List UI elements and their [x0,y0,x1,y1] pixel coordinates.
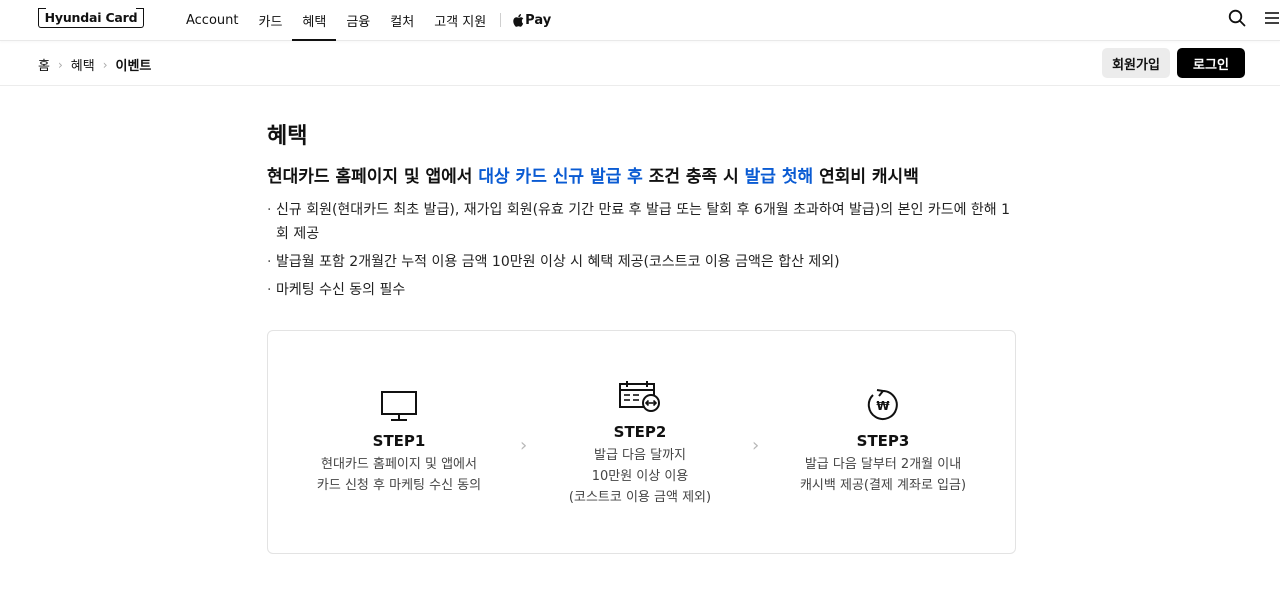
chevron-right-icon: › [57,57,63,72]
headline-text: 조건 충족 시 [642,167,745,187]
step-3: ₩ STEP3 발급 다음 달부터 2개월 이내 캐시백 제공(결제 계좌로 입… [773,388,993,496]
nav-benefits[interactable]: 혜택 [292,0,337,41]
page-title: 혜택 [267,124,308,149]
sub-header: 홈 › 혜택 › 이벤트 회원가입 로그인 [0,41,1280,86]
step-line: 현대카드 홈페이지 및 앱에서 [321,457,477,472]
login-button[interactable]: 로그인 [1177,48,1245,78]
nav-support[interactable]: 고객 지원 [424,0,496,40]
hyundai-card-logo[interactable]: Hyundai Card [38,8,144,28]
svg-text:₩: ₩ [876,399,890,413]
chevron-right-icon: › [102,57,108,72]
step-line: 카드 신청 후 마케팅 수신 동의 [316,478,482,493]
condition-item: 마케팅 수신 동의 필수 [267,278,1017,302]
step-line: 캐시백 제공(결제 계좌로 입금) [799,478,967,493]
step-2: STEP2 발급 다음 달까지 10만원 이상 이용 (코스트코 이용 금액 제… [530,379,750,508]
nav-account[interactable]: Account [176,0,249,40]
calendar-exchange-icon [619,381,660,412]
breadcrumb: 홈 › 혜택 › 이벤트 [38,55,152,75]
chevron-right-icon: › [520,435,528,456]
monitor-icon [381,391,417,421]
global-header: Hyundai Card Account 카드 혜택 금융 컬처 고객 지원 P… [0,0,1280,41]
headline-highlight: 발급 첫해 [744,167,814,187]
step-line: 발급 다음 달까지 [594,448,686,463]
breadcrumb-home[interactable]: 홈 [38,55,50,74]
breadcrumb-benefits[interactable]: 혜택 [71,55,95,74]
main-nav: Account 카드 혜택 금융 컬처 고객 지원 Pay [176,0,559,41]
nav-apple-pay[interactable]: Pay [505,13,559,28]
step-line: 10만원 이상 이용 [591,469,689,484]
menu-icon[interactable] [1263,9,1280,27]
step-title: STEP2 [613,423,667,441]
steps-panel: STEP1 현대카드 홈페이지 및 앱에서 카드 신청 후 마케팅 수신 동의 … [267,330,1016,554]
step-1: STEP1 현대카드 홈페이지 및 앱에서 카드 신청 후 마케팅 수신 동의 [289,390,509,496]
chevron-right-icon: › [752,435,760,456]
apple-icon [513,13,524,27]
nav-finance[interactable]: 금융 [336,0,380,40]
step-title: STEP3 [856,432,910,450]
headline-text: 현대카드 홈페이지 및 앱에서 [267,167,479,187]
condition-list: 신규 회원(현대카드 최초 발급), 재가입 회원(유효 기간 만료 후 발급 … [267,198,1017,302]
benefit-section: 혜택 현대카드 홈페이지 및 앱에서 대상 카드 신규 발급 후 조건 충족 시… [267,120,1017,306]
headline-text: 연회비 캐시백 [813,167,919,187]
condition-item: 신규 회원(현대카드 최초 발급), 재가입 회원(유효 기간 만료 후 발급 … [267,198,1017,246]
nav-divider [500,13,502,27]
breadcrumb-events[interactable]: 이벤트 [116,55,152,74]
join-button[interactable]: 회원가입 [1102,48,1170,78]
step-description: 현대카드 홈페이지 및 앱에서 카드 신청 후 마케팅 수신 동의 [289,454,509,496]
step-line: (코스트코 이용 금액 제외) [568,490,712,505]
nav-culture[interactable]: 컬처 [380,0,424,40]
won-cashback-icon: ₩ [867,389,898,420]
condition-item: 발급월 포함 2개월간 누적 이용 금액 10만원 이상 시 혜택 제공(코스트… [267,250,1017,274]
headline-highlight: 대상 카드 신규 발급 후 [478,167,643,187]
nav-card[interactable]: 카드 [249,0,293,40]
search-icon[interactable] [1228,9,1246,27]
benefit-headline: 현대카드 홈페이지 및 앱에서 대상 카드 신규 발급 후 조건 충족 시 발급… [267,164,1017,190]
step-title: STEP1 [372,432,426,450]
apple-pay-label: Pay [525,12,552,28]
step-line: 발급 다음 달부터 2개월 이내 [804,457,962,472]
step-description: 발급 다음 달까지 10만원 이상 이용 (코스트코 이용 금액 제외) [530,445,750,508]
step-description: 발급 다음 달부터 2개월 이내 캐시백 제공(결제 계좌로 입금) [773,454,993,496]
